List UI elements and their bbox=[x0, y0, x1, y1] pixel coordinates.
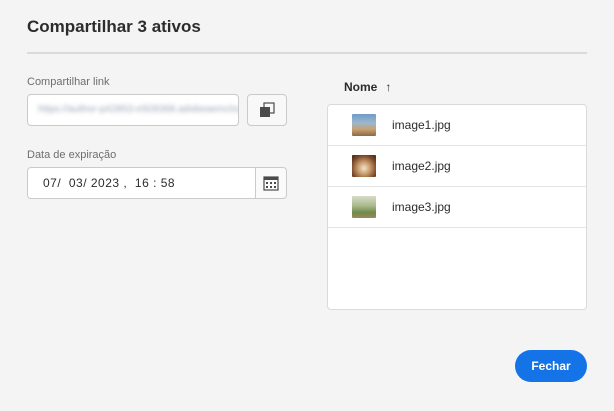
expiration-date-value: 07/ 03/ 2023 , 16 : 58 bbox=[43, 176, 176, 190]
calendar-button[interactable] bbox=[255, 168, 286, 198]
close-button[interactable]: Fechar bbox=[515, 350, 587, 382]
asset-name: image3.jpg bbox=[392, 200, 451, 214]
list-item[interactable]: image2.jpg bbox=[328, 146, 586, 187]
title-divider bbox=[27, 52, 587, 54]
name-column-header[interactable]: Nome ↑ bbox=[344, 80, 391, 94]
asset-name: image1.jpg bbox=[392, 118, 451, 132]
share-link-input[interactable]: https://author-p42853-e928368.adobeaemcl… bbox=[27, 94, 239, 126]
sort-ascending-icon: ↑ bbox=[385, 80, 392, 94]
image-thumbnail bbox=[352, 155, 376, 177]
expiration-date-input[interactable]: 07/ 03/ 2023 , 16 : 58 bbox=[27, 167, 287, 199]
copy-link-button[interactable] bbox=[247, 94, 287, 126]
share-link-label: Compartilhar link bbox=[27, 76, 110, 88]
dialog-title: Compartilhar 3 ativos bbox=[27, 17, 201, 36]
calendar-icon bbox=[263, 176, 279, 191]
share-link-value: https://author-p42853-e928368.adobeaemcl… bbox=[38, 104, 239, 115]
asset-name: image2.jpg bbox=[392, 159, 451, 173]
list-item[interactable]: image3.jpg bbox=[328, 187, 586, 228]
copy-icon bbox=[260, 102, 275, 117]
image-thumbnail bbox=[352, 196, 376, 218]
list-item[interactable]: image1.jpg bbox=[328, 105, 586, 146]
name-column-label: Nome bbox=[344, 80, 378, 94]
expiration-label: Data de expiração bbox=[27, 149, 117, 161]
image-thumbnail bbox=[352, 114, 376, 136]
asset-list: image1.jpg image2.jpg image3.jpg bbox=[327, 104, 587, 310]
